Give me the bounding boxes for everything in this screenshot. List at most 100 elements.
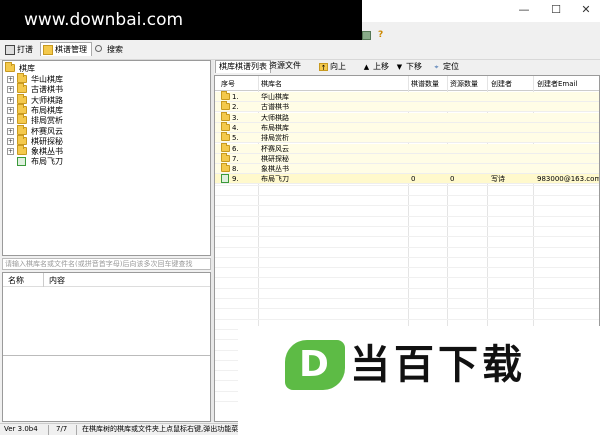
row-index: 2. — [232, 103, 239, 112]
folder-icon — [221, 132, 230, 142]
tab-dapu[interactable]: 打谱 — [3, 43, 37, 57]
row-index: 7. — [232, 154, 239, 163]
col-creator-email[interactable]: 创建者Email — [537, 79, 577, 89]
row-name: 排局赏析 — [261, 134, 289, 143]
folder-icon — [221, 163, 230, 173]
arrow-up-icon: ▲ — [363, 63, 370, 71]
row-index: 4. — [232, 123, 239, 132]
grid-line — [215, 184, 599, 186]
row-name: 大师棋路 — [261, 113, 289, 122]
grid-line — [215, 256, 599, 258]
row-index: 1. — [232, 93, 239, 101]
folder-icon — [221, 111, 230, 121]
tab-search[interactable]: 搜索 — [93, 43, 127, 57]
property-header: 名称 内容 — [3, 273, 210, 287]
list-row[interactable]: 9. 布局飞刀 0 0 写诗 983000@163.com — [215, 174, 599, 185]
library-tree[interactable]: 棋库 + 华山棋库 + 古谱棋书 + 大师棋路 + 布局棋库 + 排局赏析 + 杯赛风云 + 棋研探秘 + 象… — [2, 60, 211, 256]
col-index[interactable]: 序号 — [221, 79, 235, 89]
row-creator: 写诗 — [491, 175, 505, 184]
grid-line — [215, 318, 599, 320]
expand-icon[interactable]: + — [7, 137, 14, 145]
locate-icon: ⌖ — [434, 63, 439, 71]
grid-line — [215, 195, 599, 196]
expand-icon[interactable]: + — [7, 96, 14, 104]
grid-line — [215, 298, 599, 299]
row-resource-count: 0 — [450, 175, 455, 184]
up-button[interactable]: ↑ 向上 — [316, 60, 350, 73]
panel-divider[interactable] — [3, 355, 210, 356]
help-icon[interactable]: ? — [378, 30, 383, 40]
expand-icon[interactable]: + — [7, 127, 14, 135]
folder-icon — [17, 73, 27, 83]
property-panel: 名称 内容 — [2, 272, 211, 422]
list-toolbar: 棋库棋谱列表 资源文件 ↑ 向上 ▲ 上移 ▼ 下移 ⌖ 定位 — [214, 60, 600, 74]
folder-icon — [43, 45, 53, 55]
grid-line — [215, 236, 599, 238]
row-index: 5. — [232, 134, 239, 143]
tab-label: 棋谱管理 — [55, 45, 87, 54]
column-divider[interactable] — [43, 273, 44, 287]
grid-line — [215, 205, 599, 207]
locate-label: 定位 — [443, 62, 459, 71]
col-name[interactable]: 棋库名 — [261, 79, 282, 89]
grid-line — [215, 277, 599, 279]
list-row[interactable]: 4. 布局棋库 — [215, 121, 599, 133]
tab-qipu-manage[interactable]: 棋谱管理 — [40, 42, 92, 56]
folder-icon — [221, 142, 230, 152]
tool-icon[interactable] — [362, 31, 371, 40]
list-row[interactable]: 8. 象棋丛书 — [215, 163, 599, 175]
row-name: 华山棋库 — [261, 93, 289, 101]
title-bar: — ☐ ✕ www.downbai.com — [0, 0, 600, 40]
list-row[interactable]: 2. 古谱棋书 — [215, 101, 599, 113]
maximize-button[interactable]: ☐ — [542, 0, 570, 22]
board-icon — [5, 45, 15, 55]
move-down-button[interactable]: ▼ 下移 — [392, 60, 426, 73]
grid-line — [215, 215, 599, 217]
record-count: 7/7 — [56, 425, 68, 433]
status-hint: 在棋库树的棋库或文件夹上点鼠标右键,弹出功能菜... — [82, 425, 245, 433]
brand-logo: D 当百下载 — [238, 326, 600, 435]
prop-col-name: 名称 — [8, 276, 24, 285]
watermark-banner: www.downbai.com — [0, 0, 362, 40]
expand-icon[interactable]: + — [7, 86, 14, 94]
main-tab-bar: 打谱 棋谱管理 搜索 ? — [0, 30, 600, 60]
col-resource-count[interactable]: 资源数量 — [450, 79, 478, 89]
list-row[interactable]: 5. 排局赏析 — [215, 132, 599, 144]
col-qipu-count[interactable]: 棋谱数量 — [411, 79, 439, 89]
row-index: 9. — [232, 175, 239, 184]
library-root-icon — [5, 62, 15, 72]
close-button[interactable]: ✕ — [572, 0, 600, 22]
status-divider — [48, 425, 49, 435]
row-name: 棋研探秘 — [261, 154, 289, 163]
folder-icon — [17, 145, 27, 156]
folder-icon — [17, 134, 27, 145]
folder-icon — [17, 93, 27, 104]
expand-icon[interactable]: + — [7, 117, 14, 125]
col-creator[interactable]: 创建者 — [491, 79, 512, 89]
expand-icon[interactable]: + — [7, 106, 14, 114]
row-name: 古谱棋书 — [261, 103, 289, 112]
folder-icon — [221, 101, 230, 111]
row-name: 布局飞刀 — [261, 175, 289, 184]
list-row[interactable]: 1. 华山棋库 — [215, 91, 599, 102]
tree-item-label: 布局飞刀 — [31, 157, 63, 167]
grid-line — [215, 225, 599, 227]
arrow-down-icon: ▼ — [396, 63, 403, 71]
list-row[interactable]: 7. 棋研探秘 — [215, 152, 599, 164]
locate-button[interactable]: ⌖ 定位 — [429, 60, 463, 73]
move-up-button[interactable]: ▲ 上移 — [359, 60, 393, 73]
tab-qipu-list[interactable]: 棋库棋谱列表 — [215, 60, 271, 73]
move-up-label: 上移 — [373, 62, 389, 71]
tab-resources[interactable]: 资源文件 — [266, 60, 304, 73]
row-qipu-count: 0 — [411, 175, 416, 184]
search-input[interactable]: 请输入棋库名或文件名(或拼音首字母)后向该多次回车键查找 — [2, 258, 211, 270]
expand-icon[interactable]: + — [7, 76, 14, 83]
minimize-button[interactable]: — — [510, 0, 538, 22]
grid-line — [215, 246, 599, 248]
prop-col-content: 内容 — [49, 276, 65, 285]
folder-icon — [221, 121, 230, 131]
expand-icon[interactable]: + — [7, 148, 14, 156]
search-placeholder: 请输入棋库名或文件名(或拼音首字母)后向该多次回车键查找 — [5, 260, 193, 268]
list-row[interactable]: 6. 杯赛风云 — [215, 142, 599, 154]
list-row[interactable]: 3. 大师棋路 — [215, 111, 599, 123]
